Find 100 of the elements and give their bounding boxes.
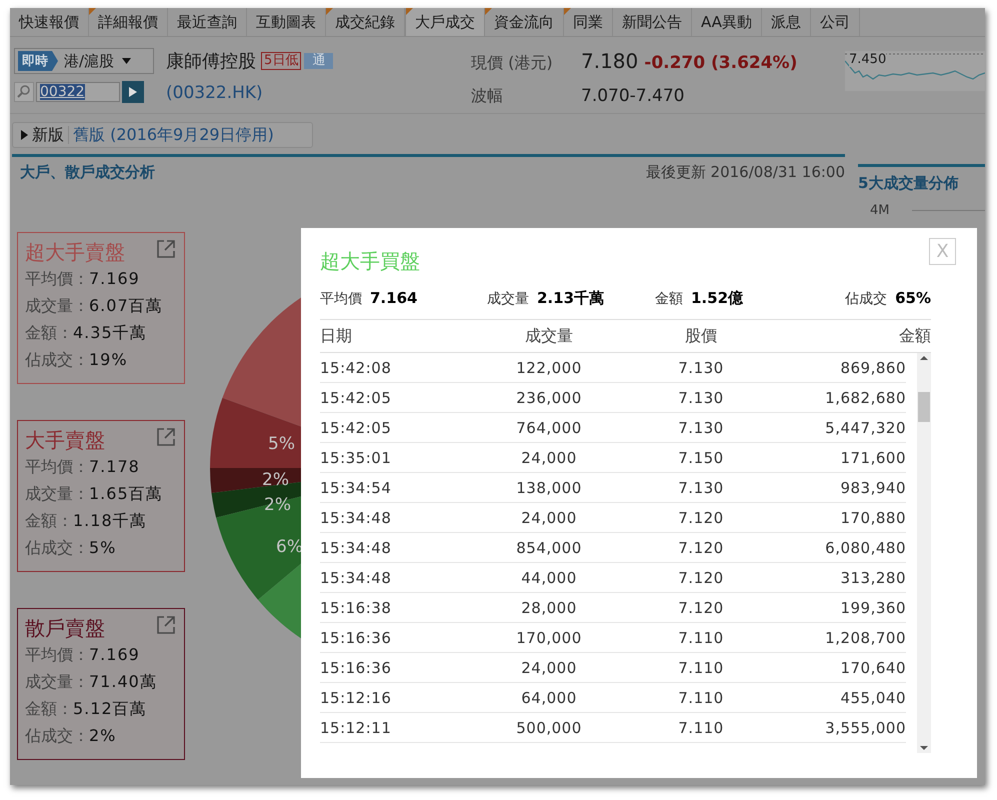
stock-symbol-link[interactable]: (00322.HK) — [166, 83, 471, 103]
summary-value: 7.164 — [370, 289, 418, 307]
version-link[interactable]: 新版 — [32, 124, 64, 146]
corner-marker-icon — [406, 8, 413, 15]
table-cell-text: 199,360 — [839, 598, 906, 616]
table-cell-text: 1,208,700 — [824, 628, 906, 646]
card-title: 超大手賣盤 — [25, 239, 125, 265]
table-cell-text: 7.120 — [677, 568, 725, 586]
stat-value: 1.18千萬 — [73, 511, 147, 530]
external-link-icon[interactable] — [156, 427, 176, 447]
table-cell-text: 171,600 — [839, 448, 906, 466]
stat-label: 佔成交： — [25, 350, 89, 369]
last-updated: 最後更新 2016/08/31 16:00 — [646, 163, 845, 183]
corner-marker-icon — [485, 8, 492, 15]
nav-tab[interactable]: 同業 — [564, 8, 613, 36]
search-field[interactable]: 00322 — [36, 82, 120, 102]
table-cell-text: 64,000 — [520, 688, 578, 706]
nav-tab[interactable]: 新聞公告 — [613, 8, 692, 36]
table-cell-text: 5,447,320 — [824, 418, 906, 436]
table-cell-text: 6,080,480 — [824, 538, 906, 556]
table-cell-text: 15:42:05 — [320, 418, 392, 436]
table-cell-text: 313,280 — [839, 568, 906, 586]
stat-value: 5.12百萬 — [73, 699, 147, 718]
table-cell-text: 7.110 — [677, 628, 725, 646]
external-link-icon[interactable] — [156, 239, 176, 259]
summary-value: 1.52億 — [691, 289, 744, 307]
slice-label: 6% — [276, 537, 303, 557]
stat-label: 成交量： — [25, 484, 89, 503]
table-cell-text: 983,940 — [839, 478, 906, 496]
play-icon — [129, 87, 137, 97]
stat-value: 7.178 — [89, 457, 140, 476]
table-cell-text: 170,000 — [515, 628, 583, 646]
summary-value: 2.13千萬 — [537, 289, 604, 307]
section-title: 大戶、散戶成交分析 — [20, 163, 155, 183]
caret-icon — [122, 58, 132, 64]
sparkline-label: 7.450 — [849, 53, 886, 67]
summary-label: 佔成交 — [845, 291, 888, 307]
table-cell-text: 24,000 — [520, 658, 578, 676]
nav-tab[interactable]: 大戶成交 — [405, 8, 485, 36]
go-button[interactable] — [122, 81, 144, 103]
table-cell-text: 7.150 — [677, 448, 725, 466]
table-cell-text: 869,860 — [839, 358, 906, 376]
table-cell-text: 7.130 — [677, 418, 725, 436]
corner-marker-icon — [326, 8, 333, 15]
stat-label: 平均價： — [25, 269, 89, 288]
stat-label: 佔成交： — [25, 538, 89, 557]
stat-value: 6.07百萬 — [89, 296, 163, 315]
table-cell-text: 236,000 — [515, 388, 583, 406]
corner-marker-icon — [89, 8, 96, 15]
stat-label: 佔成交： — [25, 726, 89, 745]
stat-value: 1.65百萬 — [89, 484, 163, 503]
axis-label: 4M — [870, 203, 890, 218]
stat-value: 5% — [89, 538, 116, 557]
triangle-icon — [21, 130, 28, 140]
nav-tab[interactable]: AA異動 — [692, 8, 762, 36]
nav-tab[interactable]: 資金流向 — [485, 8, 564, 36]
table-cell-text: 500,000 — [515, 718, 583, 736]
table-cell-text: 455,040 — [839, 688, 906, 706]
stat-value: 7.169 — [89, 645, 140, 664]
market-dropdown[interactable]: 即時 港/滬股 — [14, 48, 154, 74]
range-value: 7.070-7.470 — [581, 86, 686, 106]
scrollbar[interactable] — [917, 353, 931, 753]
slice-label: 2% — [264, 495, 291, 515]
column-header: 成交量 — [524, 326, 574, 346]
summary-label: 平均價 — [320, 291, 362, 307]
stat-label: 成交量： — [25, 672, 89, 691]
table-cell-text: 854,000 — [515, 538, 583, 556]
table-cell-text: 15:34:54 — [320, 478, 392, 496]
nav-tab[interactable]: 最近查詢 — [168, 8, 247, 36]
stat-label: 金額： — [25, 323, 73, 342]
slice-label: 5% — [268, 434, 295, 454]
table-cell-text: 15:42:08 — [320, 358, 392, 376]
nav-tab[interactable]: 快速報價 — [10, 8, 89, 36]
scroll-thumb[interactable] — [918, 392, 930, 422]
stat-label: 平均價： — [25, 645, 89, 664]
table-cell-text: 15:42:05 — [320, 388, 392, 406]
card-title: 大手賣盤 — [25, 427, 105, 453]
market-label: 港/滬股 — [64, 52, 114, 70]
nav-tab[interactable]: 互動圖表 — [247, 8, 326, 36]
nav-tab[interactable]: 派息 — [762, 8, 811, 36]
table-cell-text: 7.130 — [677, 358, 725, 376]
table-cell-text: 15:16:36 — [320, 628, 392, 646]
price-change: -0.270 (3.624%) — [644, 53, 798, 73]
column-header: 股價 — [684, 326, 718, 346]
table-cell-text: 7.110 — [677, 688, 725, 706]
table-cell-text: 170,640 — [839, 658, 906, 676]
stat-label: 金額： — [25, 699, 73, 718]
table-cell-text: 7.120 — [677, 538, 725, 556]
table-cell-text: 28,000 — [520, 598, 578, 616]
table-cell-text: 122,000 — [515, 358, 583, 376]
version-link[interactable]: 舊版 (2016年9月29日停用) — [73, 124, 274, 146]
stock-name: 康師傅控股 — [166, 50, 256, 73]
table-cell-text: 7.130 — [677, 478, 725, 496]
table-cell-text: 7.110 — [677, 718, 725, 736]
live-badge: 即時 — [18, 51, 58, 71]
external-link-icon[interactable] — [156, 615, 176, 635]
nav-tab[interactable]: 公司 — [810, 8, 860, 36]
summary-value: 65% — [895, 289, 931, 307]
column-header: 金額 — [898, 326, 931, 346]
nav-tab[interactable]: 詳細報價 — [89, 8, 168, 36]
